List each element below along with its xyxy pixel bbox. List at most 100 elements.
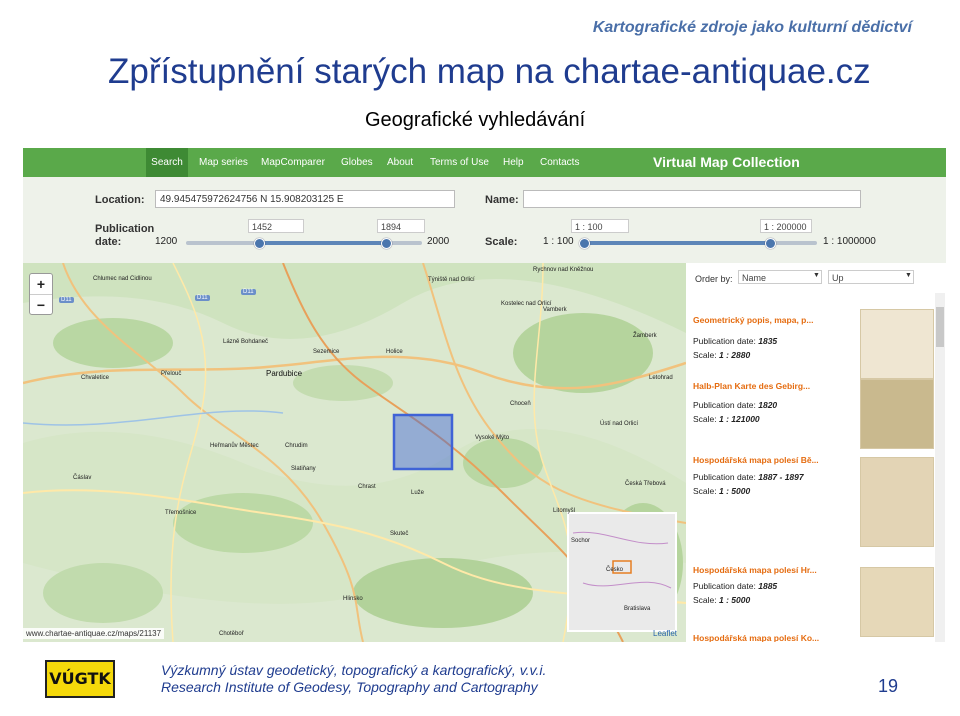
results-panel: Order by: Name ▼ Up ▼ Geometrický popis,… [686, 263, 946, 642]
zoom-out-button[interactable]: − [30, 295, 52, 315]
name-label: Name: [485, 194, 519, 206]
map-label: Kostelec nad Orlicí [501, 301, 552, 307]
map-label: Týniště nad Orlicí [428, 277, 475, 283]
result-thumbnail[interactable] [860, 379, 934, 449]
pubdate-from-input[interactable]: 1452 [248, 219, 304, 233]
order-by-select[interactable]: Name [738, 270, 822, 284]
map-tiles [23, 263, 686, 642]
nav-search[interactable]: Search [146, 148, 188, 177]
result-scale: 1 : 5000 [719, 595, 751, 605]
order-direction-select[interactable]: Up [828, 270, 914, 284]
pubdate-from-handle[interactable] [254, 238, 265, 249]
road-sign: D11 [59, 297, 74, 303]
page-number: 19 [877, 676, 898, 696]
pubdate-range [258, 241, 385, 245]
result-date: 1820 [758, 400, 778, 410]
map-view[interactable]: + − Chlumec nad Cidlinou Týniště nad Orl… [23, 263, 686, 642]
scrollbar-thumb[interactable] [936, 307, 944, 347]
order-by-label: Order by: [695, 274, 733, 284]
header-tagline: Kartografické zdroje jako kulturní dědic… [592, 19, 912, 36]
map-label: Hlinsko [343, 596, 363, 602]
nav-about[interactable]: About [387, 148, 413, 177]
app-screenshot: Search Map series MapComparer Globes Abo… [23, 148, 946, 642]
result-scale: 1 : 5000 [719, 486, 751, 496]
map-label: Třemošnice [165, 510, 197, 516]
road-sign: D11 [241, 289, 256, 295]
results-scrollbar[interactable] [935, 293, 945, 642]
map-label: Česká Třebová [625, 481, 666, 487]
map-label: Chlumec nad Cidlinou [93, 276, 152, 282]
map-label: Čáslav [73, 475, 92, 481]
map-label: Česko [606, 567, 624, 573]
slide-title: Zpřístupnění starých map na chartae-anti… [108, 52, 871, 91]
result-item[interactable]: Hospodářská mapa polesí Ko... [686, 631, 934, 642]
zoom-in-button[interactable]: + [30, 274, 52, 295]
scale-min: 1 : 100 [543, 236, 574, 247]
result-thumbnail[interactable] [860, 567, 934, 637]
result-date: 1887 - 1897 [758, 472, 804, 482]
leaflet-attribution[interactable]: Leaflet [653, 629, 677, 638]
result-scale: 1 : 2880 [719, 350, 751, 360]
scale-range [583, 241, 768, 245]
pubdate-to-handle[interactable] [381, 238, 392, 249]
location-input[interactable]: 49.945475972624756 N 15.908203125 E [155, 190, 455, 208]
result-title[interactable]: Hospodářská mapa polesí Bě... [693, 455, 819, 465]
name-input[interactable] [523, 190, 861, 208]
scale-to-handle[interactable] [765, 238, 776, 249]
pubdate-max: 2000 [427, 236, 450, 247]
result-thumbnail[interactable] [860, 309, 934, 379]
map-label: Letohrad [649, 375, 673, 381]
map-label: Chvaletice [81, 375, 110, 381]
scale-from-input[interactable]: 1 : 100 [571, 219, 629, 233]
scale-to-input[interactable]: 1 : 200000 [760, 219, 812, 233]
result-date-label: Publication date: [693, 472, 756, 482]
slide-subtitle: Geografické vyhledávání [365, 109, 586, 131]
nav-mapcomparer[interactable]: MapComparer [261, 148, 325, 177]
map-label: Sochor [571, 538, 591, 544]
result-date-label: Publication date: [693, 336, 756, 346]
map-label: Skuteč [390, 531, 409, 537]
result-item[interactable]: Hospodářská mapa polesí Hr... Publicatio… [686, 559, 934, 637]
map-label: Vysoké Mýto [475, 435, 510, 441]
result-item[interactable]: Geometrický popis, mapa, p... Publicatio… [686, 305, 934, 379]
map-label: Chrudim [285, 443, 308, 449]
chevron-down-icon: ▼ [905, 272, 912, 279]
map-label: Choceň [510, 401, 531, 407]
nav-help[interactable]: Help [503, 148, 524, 177]
map-label: Vamberk [543, 307, 567, 313]
result-scale-label: Scale: [693, 486, 717, 496]
zoom-control: + − [29, 273, 53, 315]
result-title[interactable]: Hospodářská mapa polesí Ko... [693, 633, 819, 642]
map-label: Přelouč [161, 371, 182, 377]
nav-globes[interactable]: Globes [341, 148, 373, 177]
pubdate-to-input[interactable]: 1894 [377, 219, 425, 233]
map-label: Holice [386, 349, 403, 355]
location-label: Location: [95, 194, 145, 206]
pubdate-min: 1200 [155, 236, 178, 247]
result-item[interactable]: Hospodářská mapa polesí Bě... Publicatio… [686, 449, 934, 549]
result-title[interactable]: Geometrický popis, mapa, p... [693, 315, 813, 325]
map-url: www.chartae-antiquae.cz/maps/21137 [23, 628, 165, 639]
result-date: 1835 [758, 336, 778, 346]
nav-map-series[interactable]: Map series [199, 148, 248, 177]
scale-slider[interactable] [579, 238, 817, 249]
nav-contacts[interactable]: Contacts [540, 148, 579, 177]
map-label: Heřmanův Městec [210, 443, 259, 449]
brand-title: Virtual Map Collection [653, 154, 800, 170]
pubdate-slider[interactable] [186, 238, 422, 249]
nav-terms[interactable]: Terms of Use [430, 148, 489, 177]
map-label: Litomyšl [553, 508, 576, 514]
logo-text: VÚGTK [49, 669, 111, 688]
result-title[interactable]: Halb-Plan Karte des Gebirg... [693, 381, 810, 391]
scale-max: 1 : 1000000 [823, 236, 876, 247]
result-scale-label: Scale: [693, 595, 717, 605]
scale-from-handle[interactable] [579, 238, 590, 249]
scale-label: Scale: [485, 236, 518, 248]
map-label: Chrast [358, 484, 376, 490]
chevron-down-icon: ▼ [813, 272, 820, 279]
institute-logo: VÚGTK [45, 660, 115, 698]
result-item[interactable]: Halb-Plan Karte des Gebirg... Publicatio… [686, 377, 934, 449]
result-title[interactable]: Hospodářská mapa polesí Hr... [693, 565, 817, 575]
result-date: 1885 [758, 581, 778, 591]
result-thumbnail[interactable] [860, 457, 934, 547]
